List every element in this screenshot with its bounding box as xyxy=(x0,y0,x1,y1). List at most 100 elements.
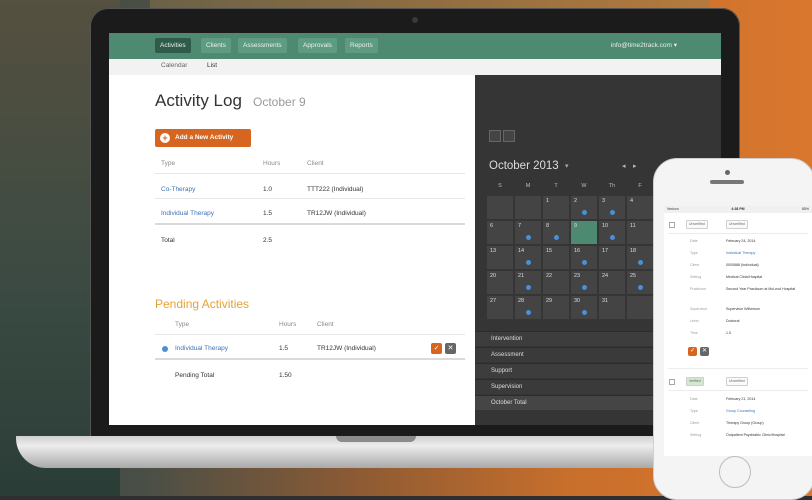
calendar-day[interactable]: 14 xyxy=(515,246,541,269)
divider xyxy=(155,358,465,360)
calendar-day-number: 2 xyxy=(574,198,578,204)
calendar-day[interactable]: 23 xyxy=(571,271,597,294)
check-icon: ✓ xyxy=(689,348,696,354)
calendar-day[interactable]: 29 xyxy=(543,296,569,319)
reject-button[interactable]: ✕ xyxy=(445,343,456,354)
activity-type-link[interactable]: Individual Therapy xyxy=(161,210,214,217)
calendar-day-number: 15 xyxy=(546,248,553,254)
prev-month-icon[interactable]: ◂ xyxy=(622,162,626,170)
field-value: Outpatient Psychiatric Clinic/Hospital xyxy=(726,433,785,437)
reviewed-toggle[interactable]: Unverified xyxy=(726,220,748,229)
tab-assessments[interactable]: Assessments xyxy=(238,38,287,53)
calendar-day-number: 22 xyxy=(546,273,553,279)
calendar-day-number: 9 xyxy=(574,223,578,229)
calendar-day-number: 14 xyxy=(518,248,525,254)
approve-button[interactable]: ✓ xyxy=(688,347,697,356)
calendar-day[interactable]: 21 xyxy=(515,271,541,294)
calendar-day[interactable]: 10 xyxy=(599,221,625,244)
tab-activities[interactable]: Activities xyxy=(155,38,191,53)
calendar-day[interactable]: 20 xyxy=(487,271,513,294)
reviewed-toggle[interactable]: Unverified xyxy=(726,377,748,386)
reject-button[interactable]: ✕ xyxy=(700,347,709,356)
activity-dot-icon xyxy=(582,260,587,265)
field-label: Type xyxy=(690,409,698,413)
activity-dot-icon xyxy=(582,310,587,315)
close-icon: ✕ xyxy=(447,345,454,352)
calendar-day[interactable]: 9 xyxy=(571,221,597,244)
calendar-day[interactable]: 22 xyxy=(543,271,569,294)
calendar-day[interactable]: 18 xyxy=(627,246,653,269)
calendar-day[interactable]: 27 xyxy=(487,296,513,319)
approved-toggle[interactable]: Verified xyxy=(686,377,704,386)
subnav-calendar[interactable]: Calendar xyxy=(161,62,187,69)
calendar-day[interactable]: 1 xyxy=(543,196,569,219)
field-value-link[interactable]: Group Counseling xyxy=(726,408,806,414)
next-month-icon[interactable]: ▸ xyxy=(633,162,637,170)
calendar-day[interactable]: 7 xyxy=(515,221,541,244)
column-header: Type xyxy=(161,160,176,167)
weekday-header: M xyxy=(525,183,531,189)
divider xyxy=(668,368,808,369)
calendar-day[interactable]: 28 xyxy=(515,296,541,319)
calendar-day[interactable]: 15 xyxy=(543,246,569,269)
weekday-header: T xyxy=(554,183,558,189)
activity-dot-icon xyxy=(526,285,531,290)
field-label: Date xyxy=(690,239,698,243)
calendar-day-number: 16 xyxy=(574,248,581,254)
calendar-day[interactable]: 4 xyxy=(627,196,653,219)
calendar-day-number: 29 xyxy=(546,298,553,304)
field-value: Doctoral xyxy=(726,319,740,323)
approved-toggle[interactable]: Unverified xyxy=(686,220,708,229)
calendar-day[interactable]: 24 xyxy=(599,271,625,294)
column-header: Hours xyxy=(279,321,297,328)
total-value: 2.5 xyxy=(263,237,273,244)
calendar-day-number: 7 xyxy=(518,223,522,229)
add-activity-label: Add a New Activity xyxy=(175,134,234,141)
card-checkbox[interactable] xyxy=(669,222,675,228)
subnav-list[interactable]: List xyxy=(207,62,217,69)
calendar-day[interactable]: 3 xyxy=(599,196,625,219)
pending-type-link[interactable]: Individual Therapy xyxy=(175,345,228,352)
tab-reports[interactable]: Reports xyxy=(345,38,378,53)
page-title: Activity Log xyxy=(155,91,242,110)
field-value: February 21, 2014 xyxy=(726,397,756,401)
list-view-icon[interactable] xyxy=(503,130,515,142)
tab-approvals[interactable]: Approvals xyxy=(298,38,337,53)
field-label: Level xyxy=(690,319,699,323)
calendar-day[interactable]: 25 xyxy=(627,271,653,294)
field-value: Second Year Practicum at McLeod Hospital xyxy=(726,287,796,291)
calendar-day[interactable]: 13 xyxy=(487,246,513,269)
activity-hours: 1.5 xyxy=(263,210,273,217)
activity-dot-icon xyxy=(638,260,643,265)
calendar-day[interactable]: 6 xyxy=(487,221,513,244)
calendar-day-number: 21 xyxy=(518,273,525,279)
calendar-day[interactable]: 11 xyxy=(627,221,653,244)
approve-button[interactable]: ✓ xyxy=(431,343,442,354)
calendar-day-number: 10 xyxy=(602,223,609,229)
grid-view-icon[interactable] xyxy=(489,130,501,142)
activity-type-link[interactable]: Co-Therapy xyxy=(161,186,195,193)
calendar-day[interactable]: 17 xyxy=(599,246,625,269)
pending-total-value: 1.50 xyxy=(279,372,292,379)
field-value-link[interactable]: Individual Therapy xyxy=(726,250,806,256)
card-checkbox[interactable] xyxy=(669,379,675,385)
tab-clients[interactable]: Clients xyxy=(201,38,231,53)
add-activity-button[interactable]: + Add a New Activity xyxy=(155,129,251,147)
calendar-day[interactable]: 2 xyxy=(571,196,597,219)
calendar-day-number: 17 xyxy=(602,248,609,254)
phone-home-button[interactable] xyxy=(719,456,751,488)
divider xyxy=(155,173,465,174)
calendar-day[interactable]: 8 xyxy=(543,221,569,244)
chevron-down-icon[interactable]: ▾ xyxy=(565,162,569,170)
calendar-day[interactable]: 31 xyxy=(599,296,625,319)
calendar-day-number: 30 xyxy=(574,298,581,304)
calendar-month: October 2013 xyxy=(489,160,559,172)
calendar-day-empty xyxy=(487,196,513,219)
activity-dot-icon xyxy=(610,235,615,240)
calendar-day[interactable]: 30 xyxy=(571,296,597,319)
calendar-day[interactable]: 16 xyxy=(571,246,597,269)
user-menu[interactable]: info@time2track.com ▾ xyxy=(611,38,677,53)
activity-client: TTT222 (Individual) xyxy=(307,186,364,193)
weekday-header: F xyxy=(638,183,642,189)
activity-dot-icon xyxy=(582,285,587,290)
